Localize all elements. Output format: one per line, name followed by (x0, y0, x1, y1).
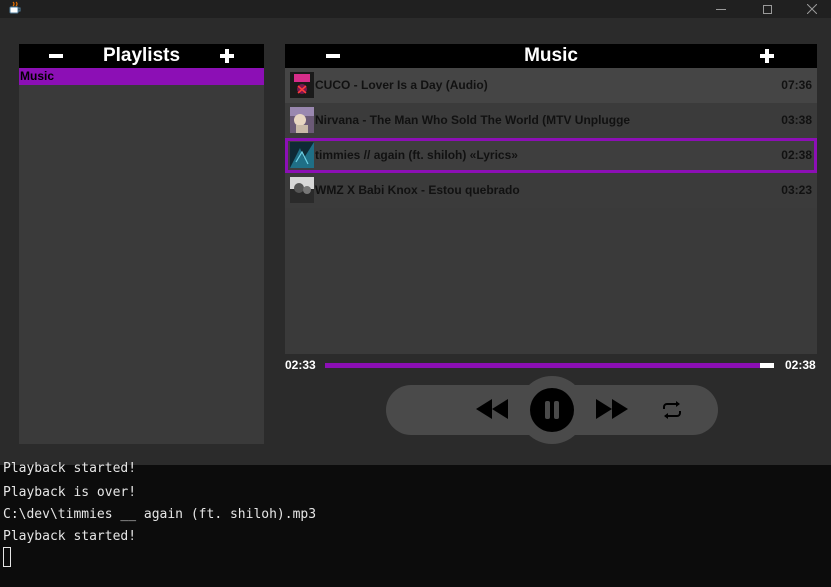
console-line: Playback started! (3, 461, 137, 476)
track-title: CUCO - Lover Is a Day (Audio) (315, 78, 488, 92)
rewind-icon[interactable] (474, 397, 510, 421)
seek-bar-progress (325, 363, 760, 368)
seek-bar[interactable] (325, 363, 774, 368)
music-header: Music (285, 44, 817, 68)
plus-icon (760, 49, 774, 63)
minimize-button[interactable] (699, 0, 743, 18)
console-line: C:\dev\timmies __ again (ft. shiloh).mp3 (3, 507, 317, 522)
album-art-thumbnail (290, 142, 314, 168)
track-title: timmies // again (ft. shiloh) «Lyrics» (315, 148, 518, 162)
album-art-thumbnail (290, 72, 314, 98)
title-bar (0, 0, 831, 18)
track-row-selected[interactable]: timmies // again (ft. shiloh) «Lyrics» 0… (285, 138, 817, 173)
track-duration: 03:23 (781, 183, 812, 197)
track-duration: 02:38 (781, 148, 812, 162)
plus-icon (220, 49, 234, 63)
track-row[interactable]: Nirvana - The Man Who Sold The World (MT… (285, 103, 817, 138)
console-cursor[interactable] (3, 547, 11, 567)
add-playlist-button[interactable] (215, 44, 239, 68)
maximize-button[interactable] (745, 0, 789, 18)
minus-icon (49, 54, 63, 58)
java-cup-icon (9, 1, 21, 14)
fast-forward-icon[interactable] (594, 397, 630, 421)
pause-icon[interactable] (530, 388, 574, 432)
album-art-thumbnail (290, 107, 314, 133)
playlist-item-music[interactable]: Music (19, 68, 264, 85)
minimize-icon (716, 8, 726, 10)
console-line: Playback started! (3, 529, 137, 544)
add-track-button[interactable] (755, 44, 779, 68)
current-time: 02:33 (285, 358, 316, 372)
close-button[interactable] (790, 0, 831, 18)
music-title: Music (524, 45, 578, 66)
track-row[interactable]: CUCO - Lover Is a Day (Audio) 07:36 (285, 68, 817, 103)
app-window: Playlists Music Music CUCO - Lover Is a … (0, 0, 831, 465)
track-duration: 03:38 (781, 113, 812, 127)
maximize-icon (762, 4, 772, 14)
console-output: Playback started! Playback is over! C:\d… (0, 461, 831, 587)
repeat-icon[interactable] (660, 401, 684, 419)
track-duration: 07:36 (781, 78, 812, 92)
track-title: Nirvana - The Man Who Sold The World (MT… (315, 113, 631, 127)
remove-playlist-button[interactable] (44, 44, 68, 68)
music-panel: Music CUCO - Lover Is a Day (Audio) 07:3… (285, 44, 817, 354)
playlists-panel: Playlists Music (19, 44, 264, 444)
track-title: WMZ X Babi Knox - Estou quebrado (315, 183, 520, 197)
total-time: 02:38 (785, 358, 816, 372)
album-art-thumbnail (290, 177, 314, 203)
console-line: Playback is over! (3, 485, 137, 500)
playlists-title: Playlists (102, 45, 181, 66)
minus-icon (326, 54, 340, 58)
close-icon (807, 4, 817, 14)
playlists-header: Playlists (19, 44, 264, 68)
track-row[interactable]: WMZ X Babi Knox - Estou quebrado 03:23 (285, 173, 817, 208)
remove-track-button[interactable] (321, 44, 345, 68)
